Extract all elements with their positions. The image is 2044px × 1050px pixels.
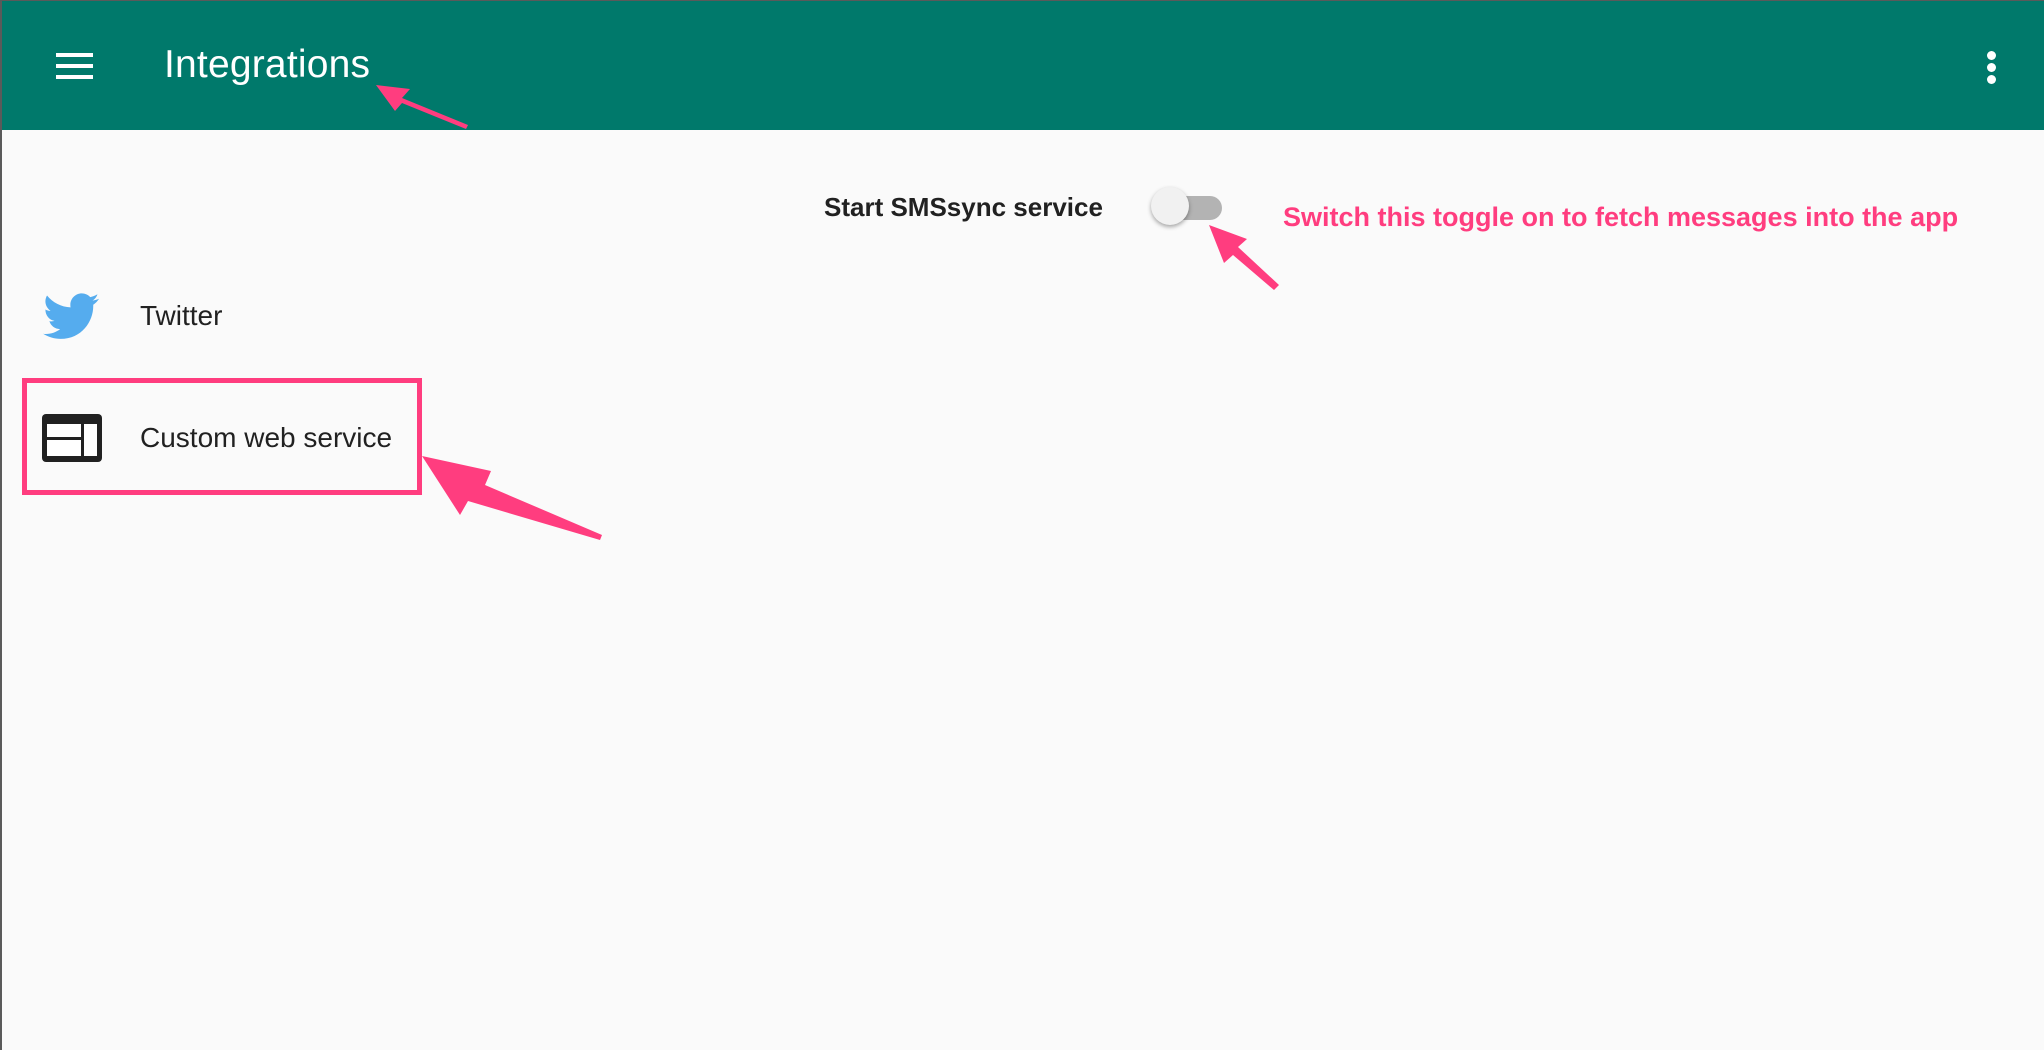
arrow-to-custom-item [422, 456, 602, 540]
arrow-to-toggle [1209, 225, 1279, 290]
app-window: Integrations Start SMSsync service Twitt… [0, 0, 2044, 1050]
annotation-arrows [376, 85, 1279, 540]
arrow-to-title [376, 85, 468, 129]
